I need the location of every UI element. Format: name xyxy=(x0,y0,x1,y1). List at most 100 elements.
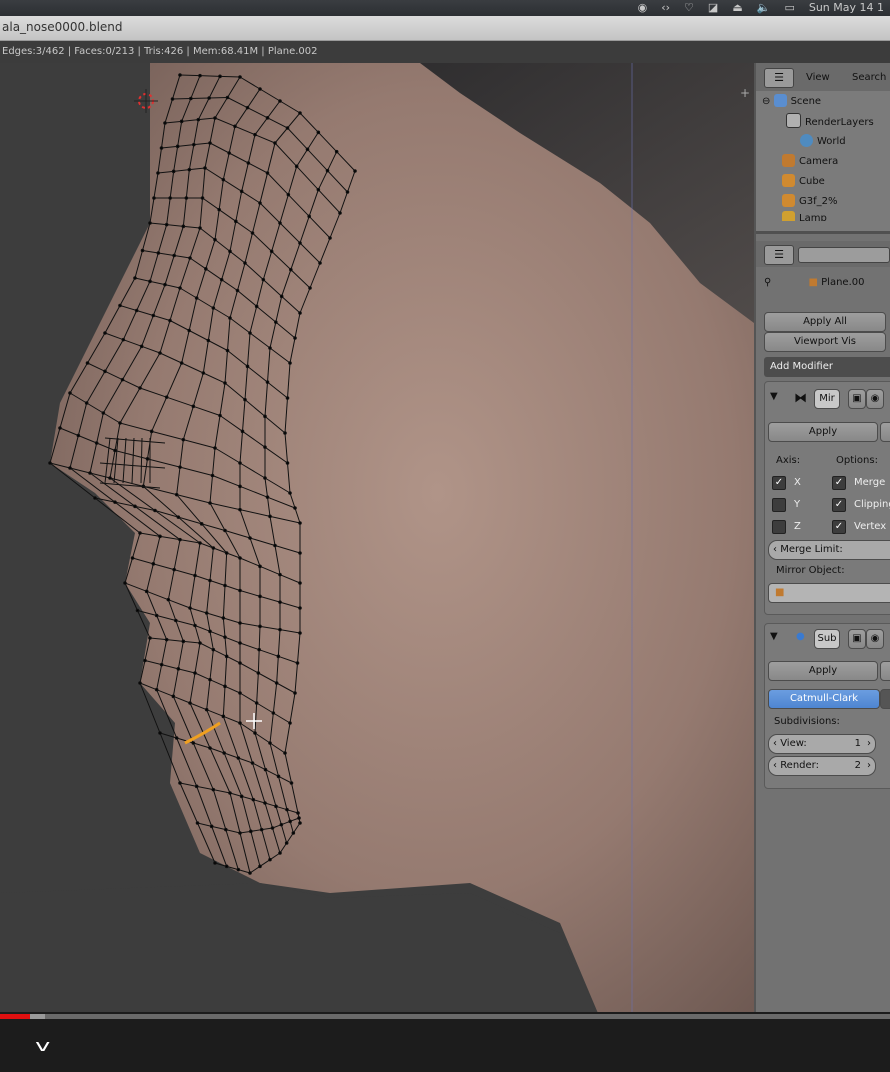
mirror-name-field[interactable]: Mir xyxy=(814,389,840,409)
collapse-icon[interactable]: ▼ xyxy=(770,391,778,402)
axis-z-checkbox[interactable] xyxy=(772,520,786,534)
window-titlebar: ala_nose0000.blend xyxy=(0,16,890,41)
panel-divider[interactable] xyxy=(756,231,890,234)
vertex-groups-label: Vertex xyxy=(854,521,887,532)
context-path: ⚲ ■ Plane.00 xyxy=(764,277,865,288)
mesh-icon xyxy=(782,194,795,207)
object-name: Plane.00 xyxy=(821,277,865,288)
subsurf-apply-button[interactable]: Apply xyxy=(768,661,878,681)
window-title: ala_nose0000.blend xyxy=(2,20,123,34)
expand-icon[interactable]: ⊖ xyxy=(762,96,770,107)
record-icon[interactable]: ◉ xyxy=(638,0,648,16)
outliner-menu-view[interactable]: View xyxy=(806,72,830,83)
clock[interactable]: Sun May 14 1 xyxy=(809,0,884,16)
properties-editor-icon[interactable]: ☰ xyxy=(764,245,794,265)
clipping-checkbox[interactable]: ✓ xyxy=(832,498,846,512)
outliner-item-g3f[interactable]: G3f_2% xyxy=(782,193,838,211)
pin-icon[interactable]: ⚲ xyxy=(764,277,771,288)
subsurf-modifier-icon: ● xyxy=(796,631,805,642)
subdivisions-label: Subdivisions: xyxy=(774,716,840,727)
editmode-toggle-icon[interactable]: ▣ xyxy=(848,389,866,409)
object-icon: ■ xyxy=(808,277,818,288)
outliner-label: Scene xyxy=(790,96,822,107)
axis-x-checkbox[interactable]: ✓ xyxy=(772,476,786,490)
decrement-arrow-icon[interactable]: ‹ xyxy=(773,544,777,555)
view-levels-value: 1 xyxy=(854,738,861,749)
options-label: Options: xyxy=(836,455,878,466)
viewport-canvas[interactable]: + xyxy=(0,63,754,1018)
merge-limit-label: Merge Limit: xyxy=(780,544,843,555)
code-icon[interactable]: ‹› xyxy=(661,0,670,16)
video-player-bar: v xyxy=(0,1012,890,1072)
3d-viewport[interactable]: + xyxy=(0,63,754,1018)
cast-icon[interactable]: ◪ xyxy=(708,0,718,16)
view-levels-label: View: xyxy=(780,738,807,749)
outliner-label: RenderLayers xyxy=(805,117,874,128)
mesh-icon xyxy=(782,174,795,187)
collapse-icon[interactable]: ▼ xyxy=(770,631,778,642)
merge-limit-field[interactable]: ‹ Merge Limit: xyxy=(768,540,890,560)
merge-checkbox[interactable]: ✓ xyxy=(832,476,846,490)
outliner-label: Camera xyxy=(799,156,839,167)
properties-header: ☰ xyxy=(756,241,890,267)
increment-arrow-icon[interactable]: › xyxy=(867,757,871,775)
decrement-arrow-icon[interactable]: ‹ xyxy=(773,738,777,749)
outliner-tree: ⊖ Scene RenderLayers World Camera Cube G… xyxy=(756,91,890,231)
mirror-copy-button[interactable] xyxy=(880,422,890,442)
vertex-groups-checkbox[interactable]: ✓ xyxy=(832,520,846,534)
mirror-apply-button[interactable]: Apply xyxy=(768,422,878,442)
outliner-label: World xyxy=(817,136,846,147)
outliner-item-world[interactable]: World xyxy=(800,133,846,151)
keyboard-icon[interactable]: ▭ xyxy=(784,0,794,16)
video-progress-bar[interactable] xyxy=(0,1014,890,1019)
outliner-item-scene[interactable]: ⊖ Scene xyxy=(762,93,821,111)
mesh-stats: Edges:3/462 | Faces:0/213 | Tris:426 | M… xyxy=(2,46,318,57)
system-tray: ◉ ‹› ♡ ◪ ⏏ 🔈 ▭ Sun May 14 1 xyxy=(638,0,890,16)
axis-z-label: Z xyxy=(794,521,801,532)
lamp-icon xyxy=(782,211,795,221)
apply-all-button[interactable]: Apply All xyxy=(764,312,886,332)
simple-toggle[interactable] xyxy=(880,689,890,709)
scene-icon xyxy=(773,94,787,107)
outliner-item-camera[interactable]: Camera xyxy=(782,153,838,171)
axis-y-label: Y xyxy=(794,499,801,510)
volume-icon[interactable]: 🔈 xyxy=(757,0,771,16)
upload-icon[interactable]: ⏏ xyxy=(732,0,742,16)
render-levels-field[interactable]: ‹ Render: 2 › xyxy=(768,756,876,776)
world-icon xyxy=(800,134,813,147)
axis-y-checkbox[interactable] xyxy=(772,498,786,512)
editor-type-icon[interactable]: ☰ xyxy=(764,68,794,88)
right-side-panel: ☰ View Search ⊖ Scene RenderLayers World… xyxy=(754,63,890,1018)
outliner-menu-search[interactable]: Search xyxy=(852,72,886,83)
visibility-toggle-icon[interactable]: ◉ xyxy=(866,389,884,409)
render-levels-label: Render: xyxy=(780,760,819,771)
outliner-label: G3f_2% xyxy=(799,196,838,207)
renderlayers-icon xyxy=(786,113,801,128)
outliner-item-lamp[interactable]: Lamp xyxy=(782,211,827,221)
visibility-toggle-icon[interactable]: ◉ xyxy=(866,629,884,649)
system-top-bar: ◉ ‹› ♡ ◪ ⏏ 🔈 ▭ Sun May 14 1 xyxy=(0,0,890,16)
outliner-item-cube[interactable]: Cube xyxy=(782,173,825,191)
increment-arrow-icon[interactable]: › xyxy=(867,735,871,753)
chevron-down-icon[interactable]: v xyxy=(35,1036,50,1055)
outliner-label: Lamp xyxy=(799,213,827,222)
camera-icon xyxy=(782,154,795,167)
viewport-vis-button[interactable]: Viewport Vis xyxy=(764,332,886,352)
catmull-clark-toggle[interactable]: Catmull-Clark xyxy=(768,689,880,709)
clipping-label: Clipping xyxy=(854,499,890,510)
axis-x-label: X xyxy=(794,477,801,488)
viewport-corner-plus-icon[interactable]: + xyxy=(740,86,750,100)
subsurf-copy-button[interactable] xyxy=(880,661,890,681)
subsurf-name-field[interactable]: Sub xyxy=(814,629,840,649)
editmode-toggle-icon[interactable]: ▣ xyxy=(848,629,866,649)
outliner-header: ☰ View Search xyxy=(756,63,890,92)
heart-icon[interactable]: ♡ xyxy=(684,0,694,16)
mirror-modifier-icon: ⧓ xyxy=(794,391,807,406)
decrement-arrow-icon[interactable]: ‹ xyxy=(773,760,777,771)
mirror-object-field[interactable]: ■ xyxy=(768,583,890,603)
outliner-item-renderlayers[interactable]: RenderLayers xyxy=(786,113,874,131)
add-modifier-dropdown[interactable]: Add Modifier xyxy=(764,357,890,377)
properties-tabs[interactable] xyxy=(798,247,890,263)
object-icon: ■ xyxy=(775,587,785,598)
view-levels-field[interactable]: ‹ View: 1 › xyxy=(768,734,876,754)
